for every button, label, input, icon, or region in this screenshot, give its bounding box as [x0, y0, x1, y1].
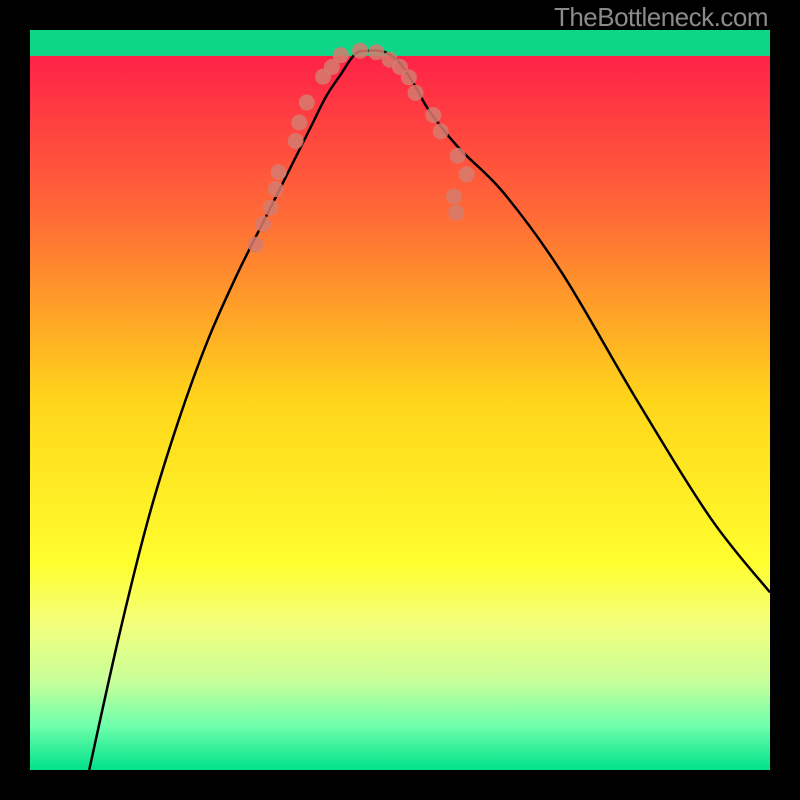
data-point: [291, 115, 307, 131]
gradient-background: [30, 30, 770, 770]
data-point: [459, 166, 475, 182]
data-point: [450, 148, 466, 164]
data-point: [333, 47, 349, 63]
watermark-text: TheBottleneck.com: [554, 2, 768, 33]
data-point: [288, 133, 304, 149]
data-point: [401, 69, 417, 85]
data-point: [446, 189, 462, 205]
data-point: [352, 43, 368, 59]
data-point: [271, 164, 287, 180]
data-point: [255, 216, 271, 232]
green-baseline-band: [30, 30, 770, 56]
data-point: [408, 85, 424, 101]
data-point: [268, 181, 284, 197]
data-point: [248, 237, 264, 253]
data-point: [425, 107, 441, 123]
data-point: [448, 205, 464, 221]
data-point: [433, 123, 449, 139]
chart-frame: [30, 30, 770, 770]
data-point: [299, 95, 315, 111]
data-point: [263, 200, 279, 216]
chart-plot-area: [30, 30, 770, 770]
